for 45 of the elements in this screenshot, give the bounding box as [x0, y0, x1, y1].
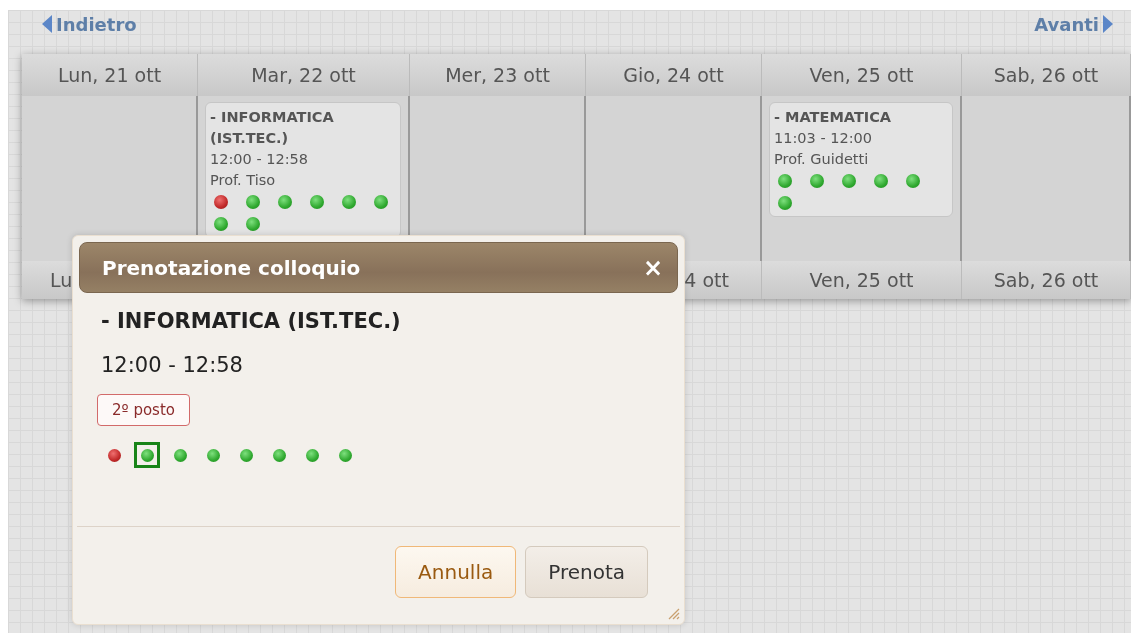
slot-dot[interactable] [278, 195, 292, 209]
time-text: 12:00 - 12:58 [210, 150, 310, 169]
confirm-button[interactable]: Prenota [525, 546, 648, 598]
resize-grip-icon [666, 606, 680, 620]
cancel-button[interactable]: Annulla [395, 546, 517, 598]
day-header: Ven, 25 ott [809, 269, 914, 291]
subject-text: - INFORMATICA (IST.TEC.) [210, 108, 335, 148]
slot-dot[interactable] [778, 196, 792, 210]
tooltip: 2º posto [97, 394, 190, 426]
time-text: 11:03 - 12:00 [774, 129, 874, 148]
slot-dot[interactable] [906, 174, 920, 188]
slot-dot[interactable] [374, 195, 388, 209]
day-header: Mer, 23 ott [410, 54, 586, 96]
day-header: Sab, 26 ott [993, 269, 1099, 291]
day-header: Mar, 22 ott [198, 54, 410, 96]
slot-dot[interactable] [310, 195, 324, 209]
day-header: Gio, 24 ott [586, 54, 762, 96]
slot-dot[interactable] [842, 174, 856, 188]
subject-text: - MATEMATICA [774, 108, 893, 127]
subject-text: - INFORMATICA (IST.TEC.) [101, 309, 402, 333]
appointment-card[interactable]: - INFORMATICA (IST.TEC.) 12:00 - 12:58 Prof. Tiso [205, 102, 401, 238]
slot-dot[interactable] [874, 174, 888, 188]
right-triangle-icon [1103, 15, 1113, 33]
slot-dot[interactable] [778, 174, 792, 188]
slot-dot[interactable] [246, 195, 260, 209]
slot-dot[interactable] [214, 195, 228, 209]
appointment-card[interactable]: - MATEMATICA 11:03 - 12:00 Prof. Guidetti [769, 102, 953, 217]
forward-link[interactable]: Avanti [1034, 12, 1113, 36]
dialog-title: Prenotazione colloquio [102, 255, 361, 280]
day-header: Ven, 25 ott [762, 54, 962, 96]
back-link[interactable]: Indietro [42, 12, 137, 36]
close-button[interactable]: × [642, 253, 663, 282]
time-text: 12:00 - 12:58 [101, 353, 244, 377]
slot-dot[interactable] [342, 195, 356, 209]
left-triangle-icon [42, 15, 52, 33]
selected-slot[interactable] [134, 442, 160, 468]
slot-dot[interactable] [810, 174, 824, 188]
day-header: 4 ott [684, 269, 729, 291]
teacher-text: Prof. Tiso [210, 171, 277, 190]
day-header: Lu [50, 269, 73, 291]
day-header: Sab, 26 ott [962, 54, 1131, 96]
day-header: Lun, 21 ott [22, 54, 198, 96]
slot-dot[interactable] [214, 217, 228, 231]
slot-dot[interactable] [246, 217, 260, 231]
teacher-text: Prof. Guidetti [774, 150, 870, 169]
